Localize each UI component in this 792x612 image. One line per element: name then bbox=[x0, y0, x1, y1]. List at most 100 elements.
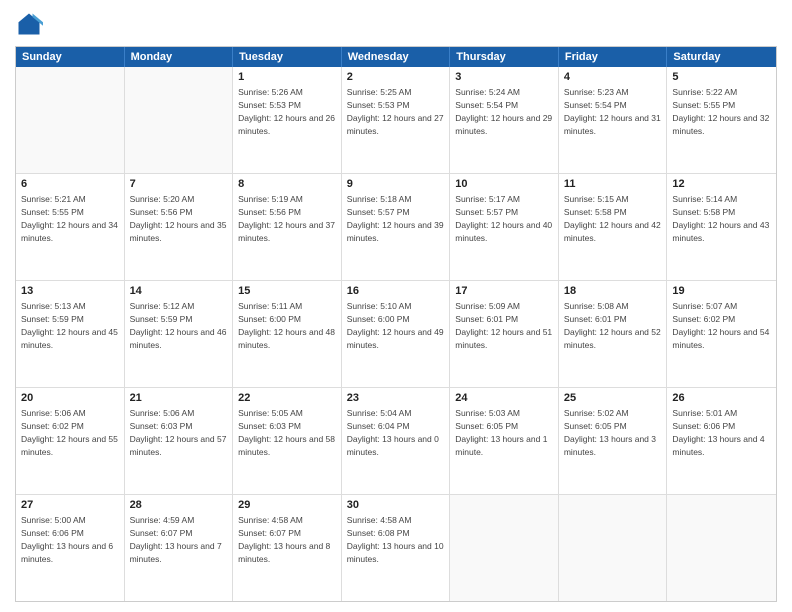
day-number: 20 bbox=[21, 391, 119, 406]
calendar-header-day: Thursday bbox=[450, 47, 559, 67]
day-number: 9 bbox=[347, 177, 445, 192]
calendar-cell: 28 Sunrise: 4:59 AM Sunset: 6:07 PM Dayli… bbox=[125, 495, 234, 601]
cell-text: Sunrise: 4:58 AM Sunset: 6:07 PM Dayligh… bbox=[238, 515, 330, 564]
calendar-cell: 7 Sunrise: 5:20 AM Sunset: 5:56 PM Daylig… bbox=[125, 174, 234, 280]
day-number: 19 bbox=[672, 284, 771, 299]
calendar-cell: 30 Sunrise: 4:58 AM Sunset: 6:08 PM Dayli… bbox=[342, 495, 451, 601]
calendar-cell: 22 Sunrise: 5:05 AM Sunset: 6:03 PM Dayli… bbox=[233, 388, 342, 494]
cell-text: Sunrise: 5:17 AM Sunset: 5:57 PM Dayligh… bbox=[455, 194, 552, 243]
cell-text: Sunrise: 5:22 AM Sunset: 5:55 PM Dayligh… bbox=[672, 87, 769, 136]
cell-text: Sunrise: 5:00 AM Sunset: 6:06 PM Dayligh… bbox=[21, 515, 113, 564]
logo bbox=[15, 10, 47, 38]
calendar-cell bbox=[125, 67, 234, 173]
cell-text: Sunrise: 5:25 AM Sunset: 5:53 PM Dayligh… bbox=[347, 87, 444, 136]
day-number: 12 bbox=[672, 177, 771, 192]
cell-text: Sunrise: 5:06 AM Sunset: 6:03 PM Dayligh… bbox=[130, 408, 227, 457]
calendar-cell bbox=[450, 495, 559, 601]
cell-text: Sunrise: 5:20 AM Sunset: 5:56 PM Dayligh… bbox=[130, 194, 227, 243]
day-number: 13 bbox=[21, 284, 119, 299]
calendar-cell: 18Sunrise: 5:08 AM Sunset: 6:01 PM Dayli… bbox=[559, 281, 668, 387]
calendar-header-day: Friday bbox=[559, 47, 668, 67]
day-number: 18 bbox=[564, 284, 662, 299]
cell-text: Sunrise: 4:58 AM Sunset: 6:08 PM Dayligh… bbox=[347, 515, 444, 564]
day-number: 26 bbox=[672, 391, 771, 406]
day-number: 7 bbox=[130, 177, 228, 192]
cell-text: Sunrise: 5:12 AM Sunset: 5:59 PM Dayligh… bbox=[130, 301, 227, 350]
day-number: 3 bbox=[455, 70, 553, 85]
calendar-cell: 8 Sunrise: 5:19 AM Sunset: 5:56 PM Daylig… bbox=[233, 174, 342, 280]
calendar-header-day: Saturday bbox=[667, 47, 776, 67]
cell-text: Sunrise: 5:03 AM Sunset: 6:05 PM Dayligh… bbox=[455, 408, 547, 457]
calendar-cell: 29Sunrise: 4:58 AM Sunset: 6:07 PM Dayli… bbox=[233, 495, 342, 601]
calendar-cell: 14 Sunrise: 5:12 AM Sunset: 5:59 PM Dayli… bbox=[125, 281, 234, 387]
cell-text: Sunrise: 5:18 AM Sunset: 5:57 PM Dayligh… bbox=[347, 194, 444, 243]
calendar-cell: 20 Sunrise: 5:06 AM Sunset: 6:02 PM Dayli… bbox=[16, 388, 125, 494]
cell-text: Sunrise: 5:26 AM Sunset: 5:53 PM Dayligh… bbox=[238, 87, 335, 136]
calendar-cell: 16 Sunrise: 5:10 AM Sunset: 6:00 PM Dayli… bbox=[342, 281, 451, 387]
day-number: 27 bbox=[21, 498, 119, 513]
day-number: 17 bbox=[455, 284, 553, 299]
cell-text: Sunrise: 5:05 AM Sunset: 6:03 PM Dayligh… bbox=[238, 408, 335, 457]
cell-text: Sunrise: 5:02 AM Sunset: 6:05 PM Dayligh… bbox=[564, 408, 656, 457]
calendar-cell bbox=[16, 67, 125, 173]
day-number: 15 bbox=[238, 284, 336, 299]
day-number: 30 bbox=[347, 498, 445, 513]
calendar-cell: 23 Sunrise: 5:04 AM Sunset: 6:04 PM Dayli… bbox=[342, 388, 451, 494]
day-number: 1 bbox=[238, 70, 336, 85]
calendar-row: 20 Sunrise: 5:06 AM Sunset: 6:02 PM Dayli… bbox=[16, 388, 776, 495]
cell-text: Sunrise: 5:06 AM Sunset: 6:02 PM Dayligh… bbox=[21, 408, 118, 457]
day-number: 8 bbox=[238, 177, 336, 192]
day-number: 22 bbox=[238, 391, 336, 406]
cell-text: Sunrise: 5:11 AM Sunset: 6:00 PM Dayligh… bbox=[238, 301, 335, 350]
page-container: SundayMondayTuesdayWednesdayThursdayFrid… bbox=[0, 0, 792, 612]
calendar-header-day: Wednesday bbox=[342, 47, 451, 67]
calendar-cell: 19Sunrise: 5:07 AM Sunset: 6:02 PM Dayli… bbox=[667, 281, 776, 387]
day-number: 21 bbox=[130, 391, 228, 406]
calendar-header-day: Sunday bbox=[16, 47, 125, 67]
cell-text: Sunrise: 5:24 AM Sunset: 5:54 PM Dayligh… bbox=[455, 87, 552, 136]
day-number: 2 bbox=[347, 70, 445, 85]
day-number: 5 bbox=[672, 70, 771, 85]
day-number: 10 bbox=[455, 177, 553, 192]
day-number: 25 bbox=[564, 391, 662, 406]
calendar-cell: 6Sunrise: 5:21 AM Sunset: 5:55 PM Daylig… bbox=[16, 174, 125, 280]
calendar-row: 27 Sunrise: 5:00 AM Sunset: 6:06 PM Dayli… bbox=[16, 495, 776, 601]
calendar-cell: 27 Sunrise: 5:00 AM Sunset: 6:06 PM Dayli… bbox=[16, 495, 125, 601]
calendar-cell: 1 Sunrise: 5:26 AM Sunset: 5:53 PM Daylig… bbox=[233, 67, 342, 173]
day-number: 11 bbox=[564, 177, 662, 192]
day-number: 16 bbox=[347, 284, 445, 299]
logo-icon bbox=[15, 10, 43, 38]
calendar-cell: 3 Sunrise: 5:24 AM Sunset: 5:54 PM Daylig… bbox=[450, 67, 559, 173]
day-number: 23 bbox=[347, 391, 445, 406]
cell-text: Sunrise: 5:09 AM Sunset: 6:01 PM Dayligh… bbox=[455, 301, 552, 350]
calendar-cell: 9 Sunrise: 5:18 AM Sunset: 5:57 PM Daylig… bbox=[342, 174, 451, 280]
calendar-cell: 5 Sunrise: 5:22 AM Sunset: 5:55 PM Daylig… bbox=[667, 67, 776, 173]
header bbox=[15, 10, 777, 38]
cell-text: Sunrise: 5:23 AM Sunset: 5:54 PM Dayligh… bbox=[564, 87, 661, 136]
cell-text: Sunrise: 5:21 AM Sunset: 5:55 PM Dayligh… bbox=[21, 194, 118, 243]
calendar-cell: 4 Sunrise: 5:23 AM Sunset: 5:54 PM Daylig… bbox=[559, 67, 668, 173]
cell-text: Sunrise: 4:59 AM Sunset: 6:07 PM Dayligh… bbox=[130, 515, 222, 564]
calendar-cell: 10 Sunrise: 5:17 AM Sunset: 5:57 PM Dayli… bbox=[450, 174, 559, 280]
calendar-header-day: Tuesday bbox=[233, 47, 342, 67]
calendar-cell bbox=[667, 495, 776, 601]
cell-text: Sunrise: 5:04 AM Sunset: 6:04 PM Dayligh… bbox=[347, 408, 439, 457]
calendar-cell: 11Sunrise: 5:15 AM Sunset: 5:58 PM Dayli… bbox=[559, 174, 668, 280]
calendar-header: SundayMondayTuesdayWednesdayThursdayFrid… bbox=[16, 47, 776, 67]
day-number: 14 bbox=[130, 284, 228, 299]
cell-text: Sunrise: 5:13 AM Sunset: 5:59 PM Dayligh… bbox=[21, 301, 118, 350]
calendar-cell bbox=[559, 495, 668, 601]
calendar-cell: 15 Sunrise: 5:11 AM Sunset: 6:00 PM Dayli… bbox=[233, 281, 342, 387]
calendar-cell: 21 Sunrise: 5:06 AM Sunset: 6:03 PM Dayli… bbox=[125, 388, 234, 494]
calendar-cell: 24Sunrise: 5:03 AM Sunset: 6:05 PM Dayli… bbox=[450, 388, 559, 494]
calendar-row: 13 Sunrise: 5:13 AM Sunset: 5:59 PM Dayli… bbox=[16, 281, 776, 388]
calendar-cell: 26Sunrise: 5:01 AM Sunset: 6:06 PM Dayli… bbox=[667, 388, 776, 494]
cell-text: Sunrise: 5:10 AM Sunset: 6:00 PM Dayligh… bbox=[347, 301, 444, 350]
calendar-cell: 12Sunrise: 5:14 AM Sunset: 5:58 PM Dayli… bbox=[667, 174, 776, 280]
day-number: 4 bbox=[564, 70, 662, 85]
calendar-row: 1 Sunrise: 5:26 AM Sunset: 5:53 PM Daylig… bbox=[16, 67, 776, 174]
calendar-header-day: Monday bbox=[125, 47, 234, 67]
calendar-body: 1 Sunrise: 5:26 AM Sunset: 5:53 PM Daylig… bbox=[16, 67, 776, 601]
cell-text: Sunrise: 5:19 AM Sunset: 5:56 PM Dayligh… bbox=[238, 194, 335, 243]
day-number: 28 bbox=[130, 498, 228, 513]
